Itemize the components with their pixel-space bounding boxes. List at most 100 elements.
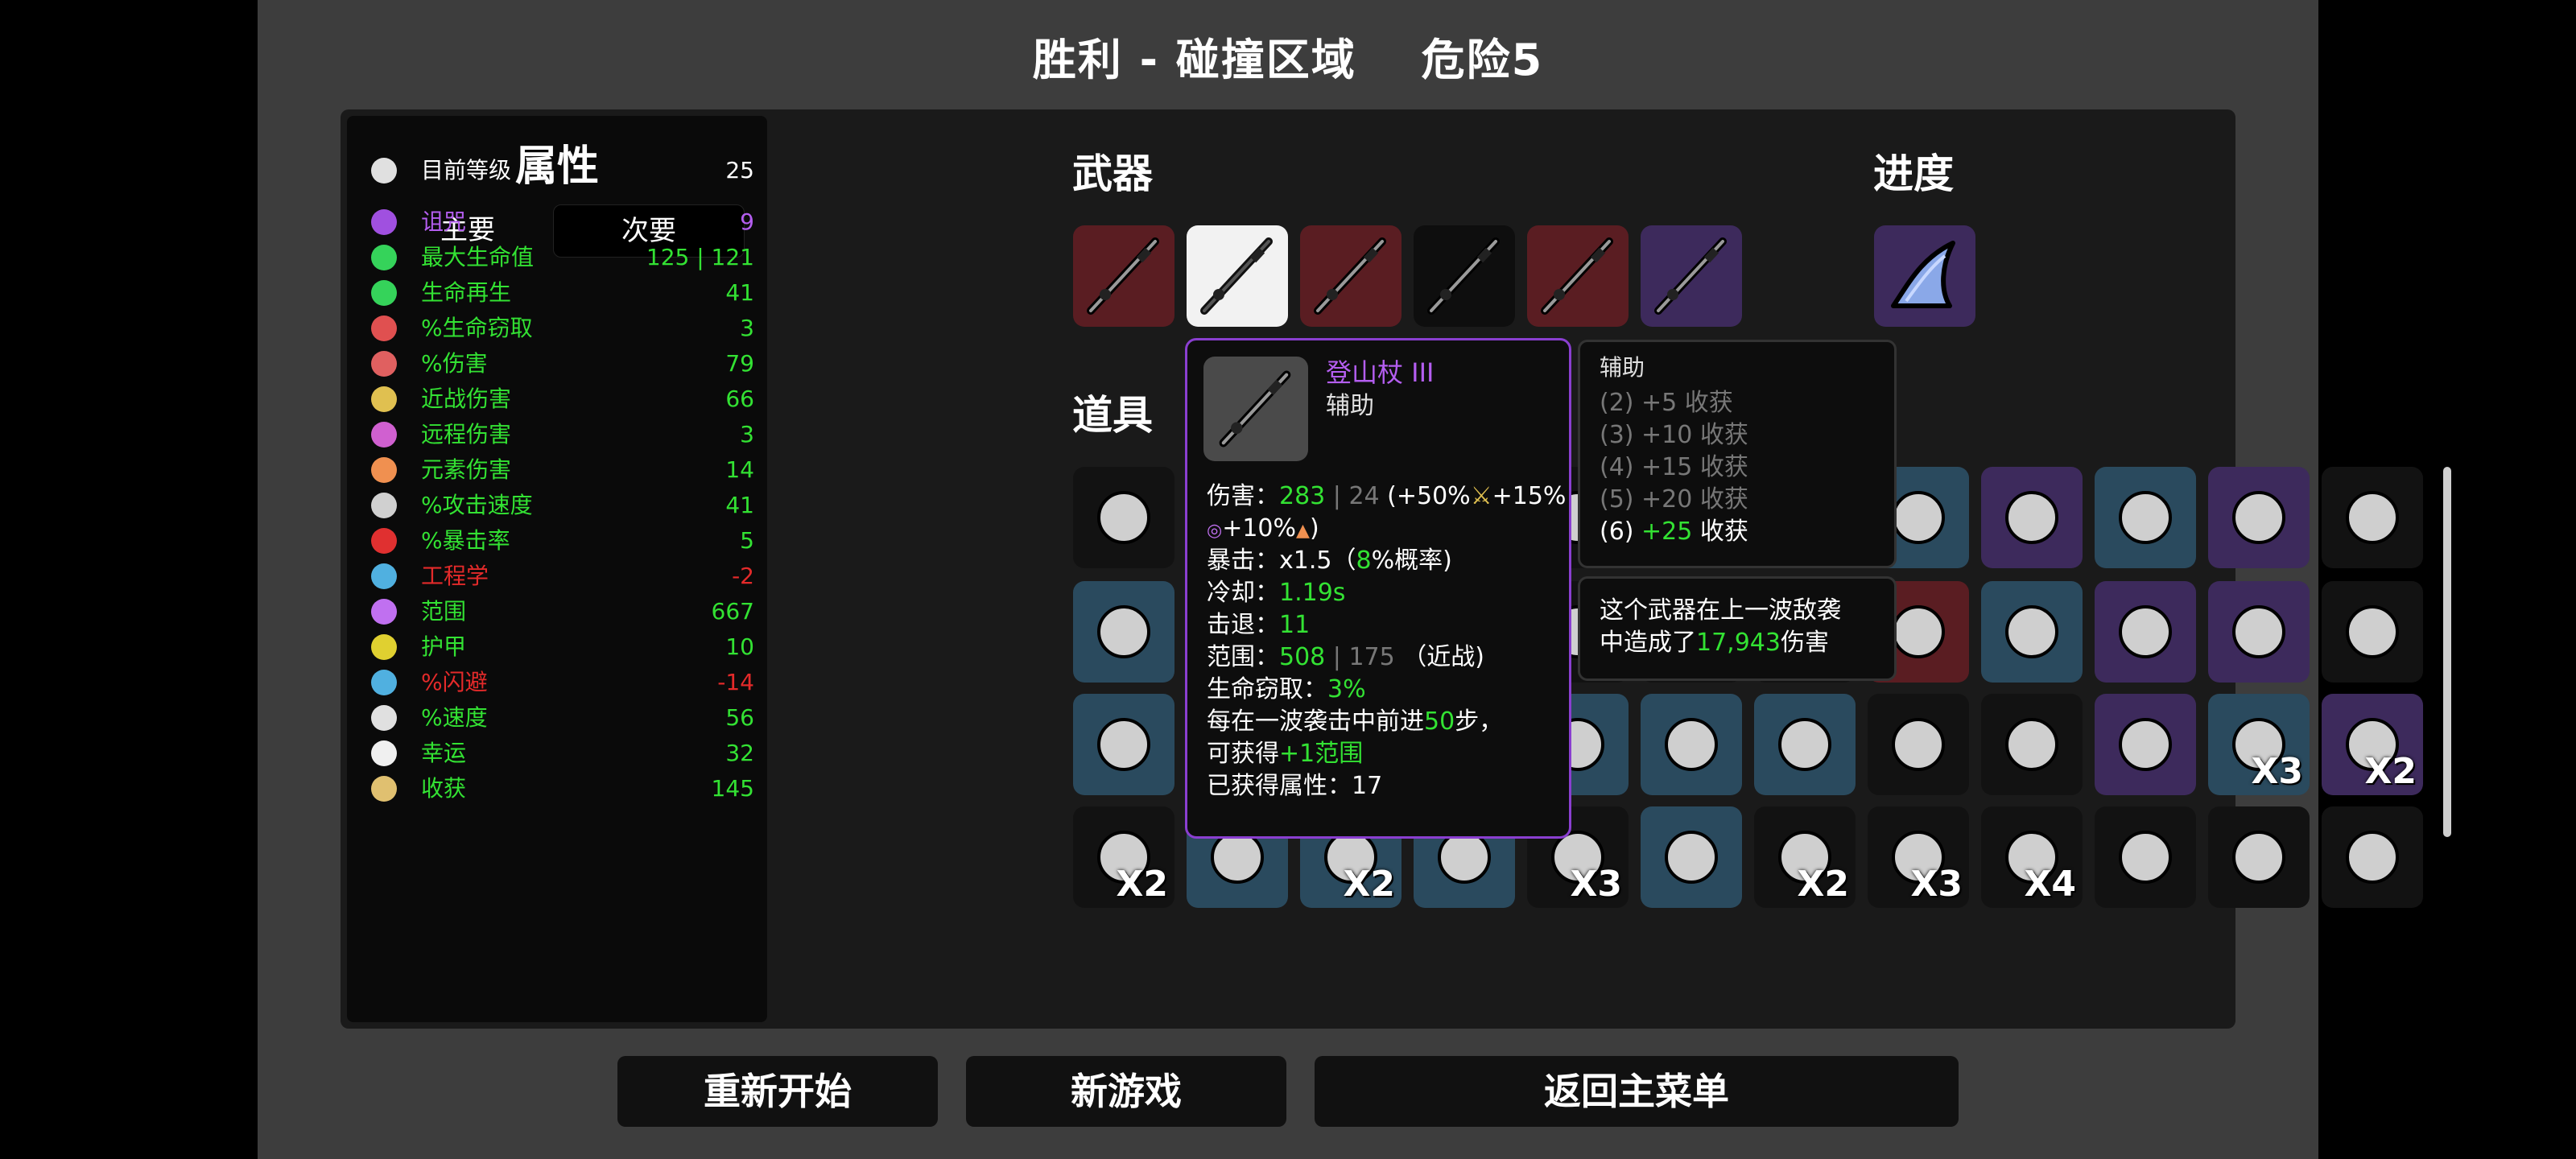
stat-value: 3: [740, 421, 754, 448]
item-slot[interactable]: X3: [2208, 694, 2310, 795]
item-slot[interactable]: [2208, 806, 2310, 908]
item-slot[interactable]: [1981, 581, 2083, 683]
item-slot[interactable]: X3: [1868, 806, 1969, 908]
item-count: X2: [1116, 864, 1168, 905]
stat-value: 79: [725, 350, 754, 377]
syringe-icon: [2346, 605, 2399, 658]
stat-row[interactable]: 近战伤害 66: [371, 382, 754, 417]
item-slot[interactable]: X2: [1073, 806, 1174, 908]
weapon-slot[interactable]: [1527, 225, 1629, 327]
main-menu-button[interactable]: 返回主菜单: [1315, 1056, 1959, 1127]
stat-row[interactable]: %暴击率 5: [371, 523, 754, 559]
item-count: X3: [1570, 864, 1622, 905]
progress-fin-slot[interactable]: [1874, 225, 1975, 327]
item-slot[interactable]: [1981, 467, 2083, 568]
item-slot[interactable]: [2208, 467, 2310, 568]
item-slot[interactable]: [1754, 694, 1856, 795]
item-slot[interactable]: X2: [1754, 806, 1856, 908]
flask-icon: [1097, 718, 1150, 771]
shell-icon: [1665, 831, 1718, 884]
stat-row[interactable]: 收获 145: [371, 771, 754, 806]
stat-row[interactable]: 远程伤害 3: [371, 417, 754, 452]
item-slot[interactable]: X4: [1981, 806, 2083, 908]
item-count: X2: [1343, 864, 1395, 905]
stat-value: 14: [725, 456, 754, 483]
item-slot[interactable]: [2322, 581, 2423, 683]
game-screen: 胜利 - 碰撞区域 危险5 属性 主要 次要 目前等级 25 诅咒 9 最大生命值 125…: [258, 0, 2451, 1159]
stat-row[interactable]: %生命窃取 3: [371, 311, 754, 346]
set-bonus-tooltip: 辅助 (2) +5 收获 (3) +10 收获 (4) +15 收获 (5) +…: [1578, 340, 1897, 568]
item-slot[interactable]: [1641, 694, 1742, 795]
stat-row[interactable]: 诅咒 9: [371, 204, 754, 240]
weapon-slot-selected[interactable]: [1187, 225, 1288, 327]
tooltip-weapon-icon: [1203, 357, 1308, 461]
item-slot[interactable]: [1073, 581, 1174, 683]
weapon-slot[interactable]: [1300, 225, 1402, 327]
stat-value: -14: [717, 669, 754, 695]
boot-icon: [371, 705, 397, 731]
bow-icon: [371, 422, 397, 448]
stat-value: 125 | 121: [646, 244, 754, 270]
weapon-slot[interactable]: [1073, 225, 1174, 327]
stat-value: 9: [740, 208, 754, 235]
item-slot[interactable]: [1981, 694, 2083, 795]
set-bonus-tier-6-active: (6) +25 收获: [1600, 518, 1748, 546]
level-icon: [371, 158, 397, 184]
item-count: X3: [1910, 864, 1963, 905]
weapon-slot[interactable]: [1414, 225, 1515, 327]
item-slot[interactable]: [1073, 694, 1174, 795]
stat-row[interactable]: 范围 667: [371, 594, 754, 629]
item-count: X2: [2364, 751, 2417, 792]
item-count: X3: [2251, 751, 2303, 792]
item-slot[interactable]: [1641, 806, 1742, 908]
stat-value: 32: [725, 740, 754, 766]
new-game-button[interactable]: 新游戏: [966, 1056, 1286, 1127]
stat-row[interactable]: 护甲 10: [371, 629, 754, 665]
eye-icon: [371, 209, 397, 235]
stat-name: 护甲: [421, 633, 467, 660]
stat-row[interactable]: %速度 56: [371, 700, 754, 736]
trekking-pole-icon: [1427, 237, 1500, 315]
stat-name: 最大生命值: [421, 244, 535, 270]
stat-row[interactable]: 生命再生 41: [371, 275, 754, 311]
run-result-title: 胜利 - 碰撞区域 危险5: [258, 24, 2318, 88]
item-slot[interactable]: [1868, 694, 1969, 795]
stat-row[interactable]: 工程学 -2: [371, 559, 754, 594]
item-slot[interactable]: [2095, 581, 2196, 683]
restart-button[interactable]: 重新开始: [617, 1056, 938, 1127]
item-slot[interactable]: X2: [2322, 694, 2423, 795]
item-slot[interactable]: [2322, 467, 2423, 568]
stat-row[interactable]: 目前等级 25: [371, 153, 754, 188]
trekking-pole-icon: [1314, 237, 1386, 315]
stat-name: 目前等级: [421, 157, 512, 184]
face-icon: [2346, 831, 2399, 884]
stat-row[interactable]: 幸运 32: [371, 736, 754, 771]
stat-value: 5: [740, 527, 754, 554]
rabbit-icon: [1097, 605, 1150, 658]
item-slot[interactable]: [2322, 806, 2423, 908]
trekking-pole-icon: [1087, 237, 1159, 315]
wheat-icon: [371, 776, 397, 802]
weapon-slot[interactable]: [1641, 225, 1742, 327]
item-slot[interactable]: [2095, 806, 2196, 908]
stat-value: 66: [725, 386, 754, 412]
tooltip-range-line: 范围：508 | 175 （近战): [1207, 643, 1484, 671]
shark-fin-icon: [1891, 241, 1955, 308]
tongue-icon: [2005, 718, 2058, 771]
item-slot[interactable]: [2208, 581, 2310, 683]
item-slot[interactable]: [2095, 467, 2196, 568]
heart-plus-icon: [371, 280, 397, 306]
flame-icon: [371, 457, 397, 483]
item-slot[interactable]: [1073, 467, 1174, 568]
sandbox-icon: [2005, 605, 2058, 658]
tooltip-damage-line: 伤害：283 | 24 (+50%⚔+15%: [1207, 482, 1567, 510]
item-slot[interactable]: [2095, 694, 2196, 795]
stat-row[interactable]: 元素伤害 14: [371, 452, 754, 488]
stat-row[interactable]: %闪避 -14: [371, 665, 754, 700]
stat-value: 667: [711, 598, 754, 625]
tooltip-gained-stats: 已获得属性：17: [1207, 772, 1383, 800]
stat-row[interactable]: 最大生命值 125 | 121: [371, 240, 754, 275]
stat-row[interactable]: %攻击速度 41: [371, 488, 754, 523]
stat-row[interactable]: %伤害 79: [371, 346, 754, 382]
item-scrollbar[interactable]: [2443, 467, 2451, 837]
